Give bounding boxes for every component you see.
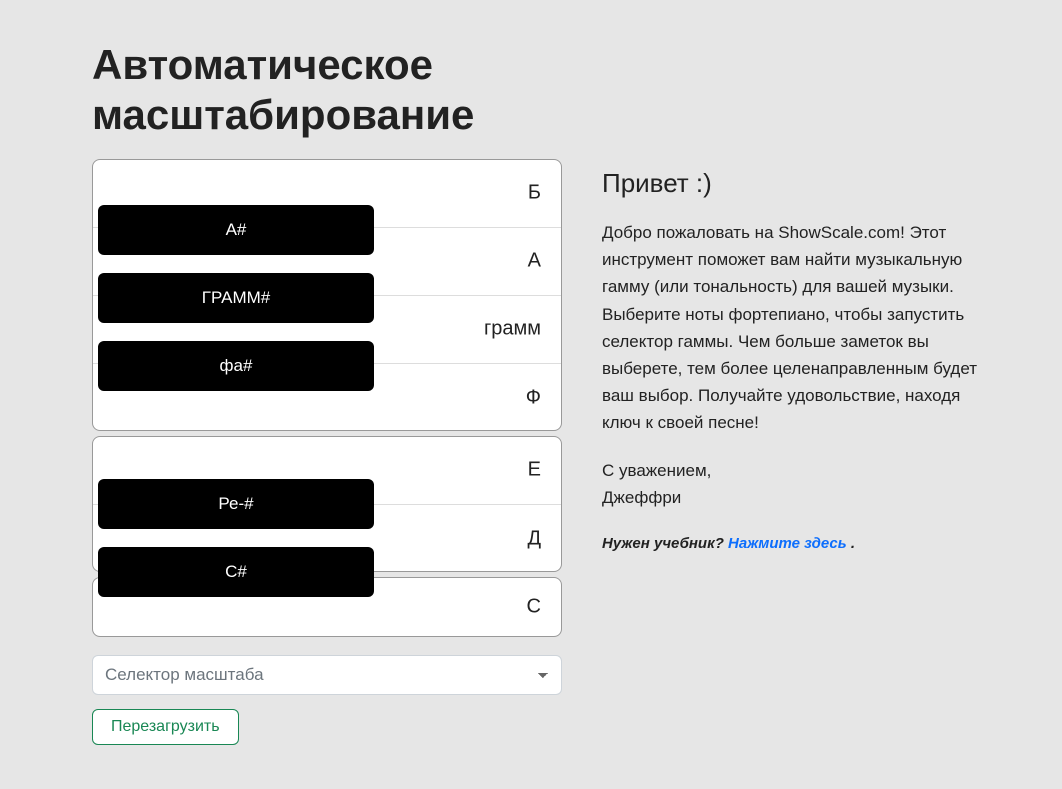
- tutorial-prompt: Нужен учебник? Нажмите здесь .: [602, 535, 982, 552]
- signoff-name: Джеффри: [602, 488, 681, 507]
- white-key-label: С: [527, 595, 541, 618]
- reload-button[interactable]: Перезагрузить: [92, 709, 239, 745]
- signoff-regards: С уважением,: [602, 461, 711, 480]
- black-key-f-sharp[interactable]: фа#: [98, 341, 374, 391]
- scale-selector[interactable]: Селектор масштаба: [92, 655, 562, 695]
- signoff: С уважением, Джеффри: [602, 457, 982, 511]
- greeting-heading: Привет :): [602, 168, 982, 199]
- black-key-d-sharp[interactable]: Ре-#: [98, 479, 374, 529]
- white-key-label: Ф: [526, 386, 541, 409]
- tutorial-prompt-text: Нужен учебник?: [602, 535, 728, 552]
- tutorial-link[interactable]: Нажмите здесь: [728, 535, 851, 552]
- black-key-c-sharp[interactable]: С#: [98, 547, 374, 597]
- white-key-label: Е: [528, 459, 541, 482]
- scale-selector-wrap: Селектор масштаба: [92, 655, 562, 695]
- tutorial-period: .: [851, 535, 855, 552]
- white-key-label: грамм: [484, 318, 541, 341]
- white-key-label: Д: [527, 527, 541, 550]
- black-key-a-sharp[interactable]: А#: [98, 205, 374, 255]
- black-key-g-sharp[interactable]: ГРАММ#: [98, 273, 374, 323]
- piano-keyboard: Б А грамм Ф Е Д: [92, 159, 562, 637]
- page-title: Автоматическое масштабирование: [92, 40, 562, 141]
- welcome-paragraph: Добро пожаловать на ShowScale.com! Этот …: [602, 219, 982, 437]
- white-key-label: Б: [528, 182, 541, 205]
- white-key-label: А: [528, 250, 541, 273]
